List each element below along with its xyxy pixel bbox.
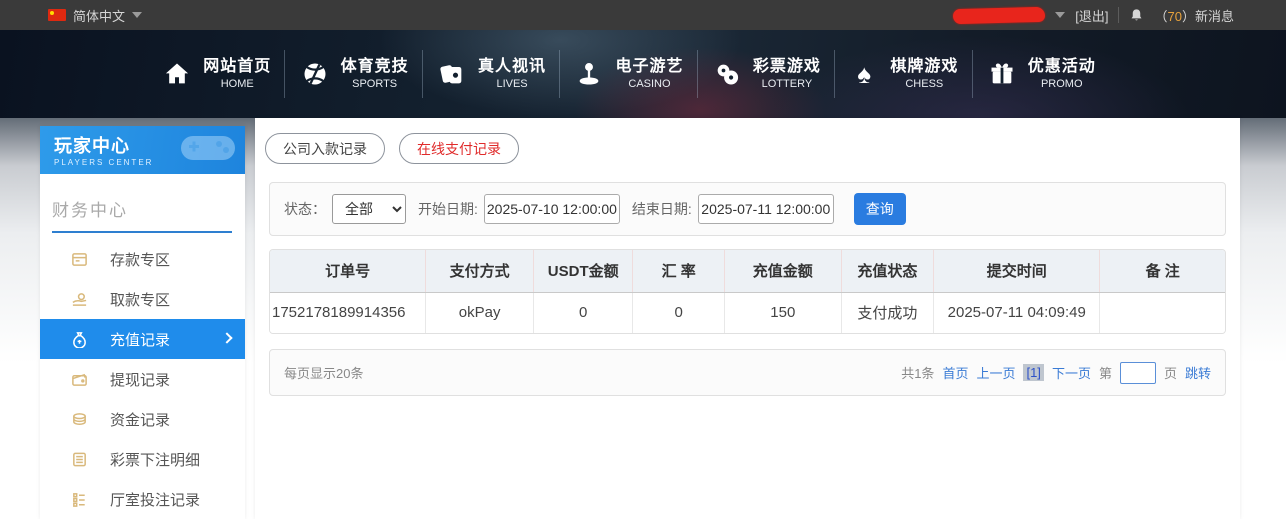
cell-recharge-status: 支付成功 bbox=[841, 292, 934, 333]
col-rate: 汇 率 bbox=[633, 250, 725, 292]
cell-remark bbox=[1100, 292, 1225, 333]
tab-company-deposit-records[interactable]: 公司入款记录 bbox=[265, 133, 385, 164]
sidebar-item-recharge-records[interactable]: 充值记录 bbox=[40, 319, 245, 359]
cell-pay-method: okPay bbox=[426, 292, 534, 333]
moneybag-icon bbox=[70, 330, 88, 348]
nav-item-sports[interactable]: 体育竞技SPORTS bbox=[285, 30, 422, 118]
chevron-down-icon[interactable] bbox=[1055, 12, 1065, 18]
col-submit-time: 提交时间 bbox=[934, 250, 1100, 292]
new-messages[interactable]: （70）新消息 bbox=[1154, 6, 1234, 25]
chevron-right-icon bbox=[221, 332, 232, 343]
col-order-no: 订单号 bbox=[270, 250, 426, 292]
pagination-bar: 每页显示20条 共1条 首页 上一页 [1] 下一页 第 页 跳转 bbox=[269, 349, 1226, 396]
cell-rate: 0 bbox=[633, 292, 725, 333]
jump-suffix-label: 页 bbox=[1164, 363, 1177, 382]
sidebar-item-funds-records[interactable]: 资金记录 bbox=[40, 399, 245, 439]
cell-usdt-amount: 0 bbox=[534, 292, 633, 333]
sidebar-item-deposit[interactable]: 存款专区 bbox=[40, 239, 245, 279]
col-usdt-amount: USDT金额 bbox=[534, 250, 633, 292]
records-table: 订单号 支付方式 USDT金额 汇 率 充值金额 充值状态 提交时间 备 注 1… bbox=[270, 250, 1225, 333]
col-pay-method: 支付方式 bbox=[426, 250, 534, 292]
chevron-down-icon bbox=[132, 12, 142, 18]
logout-button[interactable]: [退出] bbox=[1075, 6, 1108, 25]
sidebar-item-hall-bet-records[interactable]: 厅室投注记录 bbox=[40, 479, 245, 519]
page: 简体中文 [退出] （70）新消息 网站首页HOME bbox=[0, 0, 1286, 519]
records-table-container: 订单号 支付方式 USDT金额 汇 率 充值金额 充值状态 提交时间 备 注 1… bbox=[269, 249, 1226, 334]
topbar: 简体中文 [退出] （70）新消息 bbox=[0, 0, 1286, 30]
deposit-icon bbox=[70, 250, 88, 268]
spade-icon: ♠ bbox=[849, 59, 879, 89]
nav-item-home[interactable]: 网站首页HOME bbox=[148, 30, 285, 118]
message-count: 70 bbox=[1168, 9, 1182, 24]
sports-icon bbox=[300, 59, 330, 89]
status-select[interactable]: 全部 bbox=[332, 194, 406, 224]
cell-recharge-amount: 150 bbox=[725, 292, 842, 333]
col-recharge-amount: 充值金额 bbox=[725, 250, 842, 292]
prev-page-link[interactable]: 上一页 bbox=[976, 363, 1015, 382]
sidebar-item-lottery-bet-details[interactable]: 彩票下注明细 bbox=[40, 439, 245, 479]
section-underline bbox=[52, 231, 232, 233]
col-recharge-status: 充值状态 bbox=[841, 250, 934, 292]
withdraw-icon bbox=[70, 290, 88, 308]
jump-prefix-label: 第 bbox=[1099, 363, 1112, 382]
per-page-label: 每页显示20条 bbox=[284, 363, 363, 382]
main-nav: 网站首页HOME 体育竞技SPORTS 真人视讯LIVES 电子游艺CASINO bbox=[0, 30, 1286, 118]
cell-submit-time: 2025-07-11 04:09:49 bbox=[934, 292, 1100, 333]
nav-item-lives[interactable]: 真人视讯LIVES bbox=[423, 30, 560, 118]
home-icon bbox=[162, 59, 192, 89]
divider bbox=[1118, 7, 1119, 23]
filter-bar: 状态： 全部 开始日期: 结束日期: 查询 bbox=[269, 182, 1226, 236]
tab-online-payment-records[interactable]: 在线支付记录 bbox=[399, 133, 519, 164]
jump-button[interactable]: 跳转 bbox=[1185, 363, 1211, 382]
sidebar-item-withdrawal-records[interactable]: 提现记录 bbox=[40, 359, 245, 399]
list-icon bbox=[70, 490, 88, 508]
total-count: 共1条 bbox=[901, 363, 934, 382]
document-icon bbox=[70, 450, 88, 468]
main-panel: 公司入款记录 在线支付记录 状态： 全部 开始日期: 结束日期: 查询 bbox=[255, 118, 1240, 519]
language-selector[interactable]: 简体中文 bbox=[48, 6, 142, 25]
table-header-row: 订单号 支付方式 USDT金额 汇 率 充值金额 充值状态 提交时间 备 注 bbox=[270, 250, 1225, 292]
sidebar: 玩家中心 PLAYERS CENTER 财务中心 存款专区 取款专区 充值记录 bbox=[40, 126, 245, 519]
page-jump-input[interactable] bbox=[1120, 362, 1156, 384]
col-remark: 备 注 bbox=[1100, 250, 1225, 292]
sidebar-header: 玩家中心 PLAYERS CENTER bbox=[40, 126, 245, 174]
bell-icon[interactable] bbox=[1129, 8, 1144, 23]
wallet-icon bbox=[70, 370, 88, 388]
current-page[interactable]: [1] bbox=[1023, 364, 1043, 381]
language-label: 简体中文 bbox=[73, 6, 125, 25]
username-redacted bbox=[953, 6, 1045, 23]
table-row: 1752178189914356 okPay 0 0 150 支付成功 2025… bbox=[270, 292, 1225, 333]
sidebar-section-title: 财务中心 bbox=[52, 196, 245, 221]
gamepad-icon bbox=[179, 130, 237, 174]
start-date-input[interactable] bbox=[484, 194, 620, 224]
end-date-input[interactable] bbox=[698, 194, 834, 224]
cell-order-no: 1752178189914356 bbox=[270, 292, 426, 333]
message-label: 新消息 bbox=[1195, 9, 1234, 24]
status-label: 状态： bbox=[284, 199, 326, 219]
nav-item-lottery[interactable]: 彩票游戏LOTTERY bbox=[698, 30, 835, 118]
end-date-label: 结束日期: bbox=[632, 199, 692, 219]
joystick-icon bbox=[574, 59, 604, 89]
coins-icon bbox=[70, 410, 88, 428]
next-page-link[interactable]: 下一页 bbox=[1052, 363, 1091, 382]
cn-flag-icon bbox=[48, 9, 66, 21]
cards-icon bbox=[437, 59, 467, 89]
nav-item-promo[interactable]: 优惠活动PROMO bbox=[973, 30, 1110, 118]
record-tabs: 公司入款记录 在线支付记录 bbox=[255, 118, 1240, 164]
start-date-label: 开始日期: bbox=[418, 199, 478, 219]
gift-icon bbox=[987, 59, 1017, 89]
nav-item-casino[interactable]: 电子游艺CASINO bbox=[560, 30, 697, 118]
query-button[interactable]: 查询 bbox=[854, 193, 906, 225]
lottery-icon bbox=[712, 59, 742, 89]
first-page-link[interactable]: 首页 bbox=[942, 363, 968, 382]
sidebar-item-withdraw[interactable]: 取款专区 bbox=[40, 279, 245, 319]
nav-item-chess[interactable]: ♠ 棋牌游戏CHESS bbox=[835, 30, 972, 118]
